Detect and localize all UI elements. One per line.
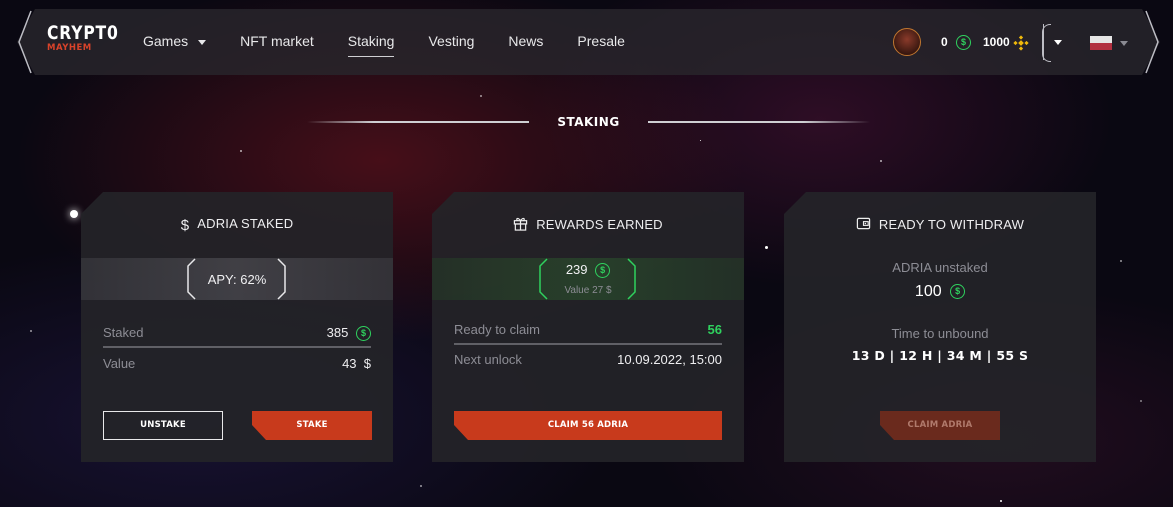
staked-row: Staked 385 $ [103, 325, 371, 342]
crypto-mayhem-logo[interactable]: CRYPT0 MAYHEM [47, 22, 119, 60]
gift-icon [514, 217, 528, 231]
claim-rewards-button[interactable]: CLAIM 56 ADRIA [454, 411, 722, 440]
chevron-down-icon[interactable] [1120, 41, 1128, 46]
menu-games[interactable]: Games [143, 33, 207, 49]
menu-news[interactable]: News [508, 33, 543, 49]
ready-to-claim-label: Ready to claim [454, 322, 540, 337]
apy-value: APY: 62% [207, 272, 267, 287]
section-header: STAKING [0, 113, 1173, 133]
next-unlock-row: Next unlock 10.09.2022, 15:00 [454, 352, 722, 367]
card-heading-text: ADRIA STAKED [197, 216, 294, 231]
earned-value: Value 27 $ [564, 285, 612, 296]
menu-staking[interactable]: Staking [347, 33, 394, 57]
logo-text-top: CRYPT0 [47, 22, 119, 44]
value-row: Value 43 $ [103, 356, 371, 371]
menu-games-label: Games [143, 33, 189, 49]
title-divider-left [307, 121, 529, 123]
staked-label: Staked [103, 325, 144, 340]
bnb-coin-icon [1013, 35, 1029, 51]
adria-unstaked-label: ADRIA unstaked [892, 260, 988, 275]
claim-adria-button[interactable]: CLAIM ADRIA [880, 411, 1000, 440]
ready-to-claim-value: 56 [707, 322, 722, 337]
row-divider [103, 346, 371, 348]
adria-coin-icon: $ [356, 326, 371, 342]
menu-nft-market[interactable]: NFT market [240, 33, 314, 49]
ready-to-claim-row: Ready to claim 56 [454, 322, 722, 337]
rewards-earned-card: REWARDS EARNED 239 $ Value 27 $ Ready to… [432, 192, 744, 462]
card-heading: REWARDS EARNED [432, 216, 744, 232]
adria-coin-icon: $ [950, 284, 966, 300]
bnb-balance-value: 1000 [983, 35, 1010, 49]
wallet-icon [856, 217, 871, 230]
logo-text-bottom: MAYHEM [47, 43, 92, 53]
chevron-down-icon [198, 39, 207, 45]
title-divider-right [648, 121, 870, 123]
unbound-countdown: 13 D | 12 H | 34 M | 55 S [851, 348, 1029, 363]
adria-unstaked-value: 100 $ [784, 283, 1096, 301]
user-avatar[interactable] [893, 28, 921, 56]
adria-balance: 0 $ [941, 35, 972, 51]
next-unlock-label: Next unlock [454, 352, 522, 367]
account-dropdown-button[interactable] [1042, 24, 1071, 62]
main-menu: Games NFT market Staking Vesting News Pr… [143, 33, 659, 57]
card-heading: READY TO WITHDRAW [784, 216, 1096, 232]
adria-coin-icon: $ [595, 263, 611, 279]
adria-staked-card: $ ADRIA STAKED APY: 62% Staked 385 $ Valu… [81, 192, 393, 462]
chevron-down-icon [1054, 40, 1062, 45]
language-flag-icon[interactable] [1090, 36, 1112, 50]
value-label: Value [103, 356, 136, 371]
next-unlock-value: 10.09.2022, 15:00 [617, 352, 722, 367]
card-heading-text: REWARDS EARNED [536, 217, 663, 232]
menu-vesting[interactable]: Vesting [428, 33, 474, 49]
page-title: STAKING [557, 115, 620, 129]
time-to-unbound-label: Time to unbound [891, 326, 989, 341]
dollar-icon: $ [180, 217, 190, 234]
row-divider [454, 343, 722, 345]
stake-button[interactable]: STAKE [252, 411, 372, 440]
ready-to-withdraw-card: READY TO WITHDRAW ADRIA unstaked 100 $ T… [784, 192, 1096, 462]
value-amount: 43 $ [342, 356, 371, 371]
menu-presale[interactable]: Presale [577, 33, 624, 49]
card-heading-text: READY TO WITHDRAW [878, 217, 1025, 232]
staked-value: 385 $ [327, 325, 371, 342]
card-heading: $ ADRIA STAKED [81, 216, 393, 234]
adria-balance-value: 0 [941, 35, 948, 49]
earned-amount: 239 $ [432, 262, 744, 279]
adria-coin-icon: $ [956, 35, 972, 51]
unstake-button[interactable]: UNSTAKE [103, 411, 223, 440]
